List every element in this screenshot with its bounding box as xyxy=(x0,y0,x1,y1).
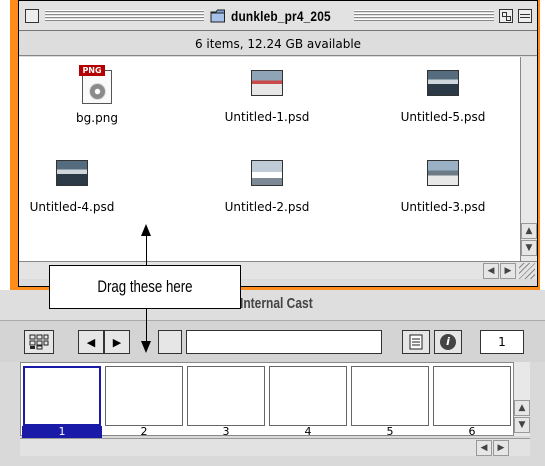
titlebar-stripes-left xyxy=(45,10,205,22)
window-title: dunkleb_pr4_205 xyxy=(204,5,355,27)
file-name: Untitled-5.psd xyxy=(400,110,486,124)
close-box-icon[interactable] xyxy=(25,9,39,23)
scroll-down-icon[interactable]: ▼ xyxy=(514,417,530,433)
cast-member-cell[interactable] xyxy=(351,366,429,426)
scroll-right-icon[interactable]: ▶ xyxy=(493,440,509,456)
scroll-up-icon[interactable]: ▲ xyxy=(514,400,530,416)
file-item[interactable]: Untitled-1.psd xyxy=(207,70,327,130)
cast-member-cell[interactable] xyxy=(269,366,347,426)
next-cast-button[interactable]: ▶ xyxy=(104,330,130,354)
cast-horizontal-scrollbar[interactable]: ◀ ▶ xyxy=(20,438,530,456)
cast-member-name-input[interactable] xyxy=(186,330,382,354)
cast-member-number: 1 xyxy=(480,330,524,354)
file-item[interactable]: Untitled-4.psd xyxy=(12,160,132,220)
photo-thumbnail-icon xyxy=(427,160,459,186)
finder-window: dunkleb_pr4_205 6 items, 12.24 GB availa… xyxy=(10,0,540,290)
photo-thumbnail-icon xyxy=(427,70,459,96)
arrow-down-icon xyxy=(141,341,151,353)
window-title-text: dunkleb_pr4_205 xyxy=(231,8,331,24)
drag-cast-member-button[interactable] xyxy=(158,330,182,354)
scroll-right-icon[interactable]: ▶ xyxy=(500,263,516,279)
zoom-box-icon[interactable] xyxy=(499,9,513,23)
cast-member-number-label: 1 xyxy=(22,426,102,438)
cast-member-properties-button[interactable]: i xyxy=(434,330,462,354)
file-name: Untitled-4.psd xyxy=(29,200,115,214)
file-name: bg.png xyxy=(76,111,118,125)
previous-cast-button[interactable]: ◀ xyxy=(78,330,104,354)
titlebar-stripes-right xyxy=(354,10,494,22)
file-item[interactable]: Untitled-2.psd xyxy=(207,160,327,220)
scroll-down-icon[interactable]: ▼ xyxy=(521,240,537,256)
folder-icon xyxy=(210,9,225,23)
cast-member-number-label: 4 xyxy=(304,425,312,438)
finder-window-body: dunkleb_pr4_205 6 items, 12.24 GB availa… xyxy=(18,0,538,287)
info-icon: i xyxy=(440,334,456,350)
cast-member-cell[interactable] xyxy=(187,366,265,426)
eye-graphic xyxy=(89,83,106,100)
collapse-box-icon[interactable] xyxy=(518,9,532,23)
cast-member-cell[interactable] xyxy=(433,366,511,426)
file-item[interactable]: Untitled-5.psd xyxy=(383,70,503,130)
cast-member-cell[interactable] xyxy=(23,366,101,426)
file-name: Untitled-2.psd xyxy=(224,200,310,214)
cast-window: Internal Cast ◀ ▶ i 1 1 2 3 4 5 6 ▲ ▼ ◀ … xyxy=(0,290,545,466)
cast-toolbar: ◀ ▶ i 1 xyxy=(0,320,545,362)
cast-window-title: Internal Cast xyxy=(240,295,313,312)
png-badge: PNG xyxy=(79,65,105,76)
script-icon xyxy=(409,334,423,350)
photo-thumbnail-icon xyxy=(251,160,283,186)
next-arrow-icon: ▶ xyxy=(112,335,122,349)
previous-arrow-icon: ◀ xyxy=(86,335,96,349)
arrow-down-line xyxy=(146,309,147,343)
scroll-up-icon[interactable]: ▲ xyxy=(521,223,537,239)
cast-vertical-scrollbar[interactable]: ▲ ▼ xyxy=(514,362,530,436)
photo-thumbnail-icon xyxy=(251,70,283,96)
cast-view-style-button[interactable] xyxy=(24,330,54,354)
file-item[interactable]: PNG bg.png xyxy=(37,65,157,130)
cast-member-number-label: 6 xyxy=(468,425,476,438)
window-titlebar[interactable]: dunkleb_pr4_205 xyxy=(19,1,537,31)
cast-member-number-label: 5 xyxy=(386,425,394,438)
scroll-left-icon[interactable]: ◀ xyxy=(476,440,492,456)
grid-view-icon xyxy=(29,334,49,350)
file-name: Untitled-3.psd xyxy=(400,200,486,214)
drag-instruction-callout: Drag these here xyxy=(49,265,241,309)
arrow-up-icon xyxy=(141,224,151,236)
vertical-scrollbar[interactable]: ▲ ▼ xyxy=(521,57,537,261)
cast-member-number-label: 3 xyxy=(222,425,230,438)
arrow-up-line xyxy=(146,236,147,265)
finder-status-bar: 6 items, 12.24 GB available xyxy=(19,32,537,56)
png-file-icon: PNG xyxy=(79,65,112,104)
callout-text: Drag these here xyxy=(97,277,193,296)
cast-member-cell[interactable] xyxy=(105,366,183,426)
photo-thumbnail-icon xyxy=(56,160,88,186)
resize-grip-icon[interactable] xyxy=(519,263,535,279)
cast-member-grid: 1 2 3 4 5 6 xyxy=(20,362,514,438)
finder-content: PNG bg.png Untitled-1.psd Untitled-5.psd… xyxy=(19,57,521,261)
file-item[interactable]: Untitled-3.psd xyxy=(383,160,503,220)
cast-member-number-label: 2 xyxy=(140,425,148,438)
cast-member-script-button[interactable] xyxy=(402,330,430,354)
file-name: Untitled-1.psd xyxy=(224,110,310,124)
scroll-left-icon[interactable]: ◀ xyxy=(483,263,499,279)
